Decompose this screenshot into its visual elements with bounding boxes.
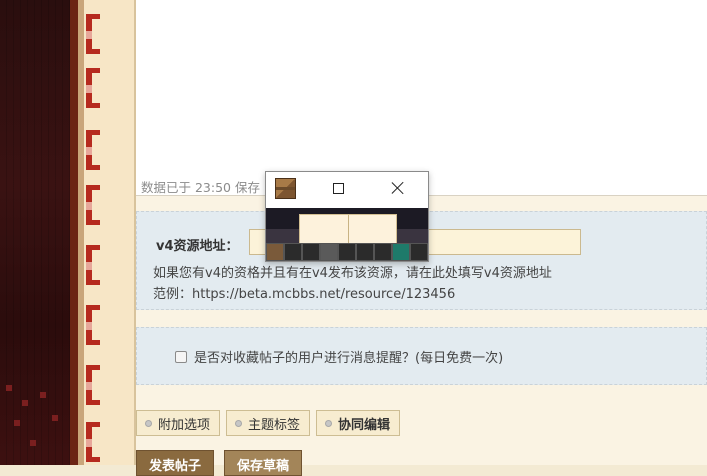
- v4-help-line1: 如果您有v4的资格并且有在v4发布该资源，请在此处填写v4资源地址: [153, 266, 552, 281]
- tab-label: 协同编辑: [338, 417, 391, 433]
- game-view: [266, 208, 428, 261]
- border-mid-edge: [78, 0, 84, 465]
- decor-speck: [40, 392, 46, 398]
- hotbar-slot: [266, 243, 284, 261]
- remind-checkbox[interactable]: [175, 350, 187, 363]
- bracket-ornament: [86, 422, 100, 462]
- bracket-ornament: [86, 245, 100, 285]
- hotbar-slot: [374, 243, 392, 261]
- close-icon[interactable]: [390, 178, 406, 198]
- v4-help-line2: 范例：https://beta.mcbbs.net/resource/12345…: [153, 287, 456, 302]
- radio-dot-icon: [145, 419, 152, 427]
- decor-speck: [52, 415, 58, 421]
- bracket-ornament: [86, 130, 100, 170]
- hotbar-slot: [410, 243, 428, 261]
- bracket-ornament: [86, 365, 100, 405]
- decor-speck: [30, 440, 36, 446]
- tab-topic-tags[interactable]: 主题标签: [226, 410, 311, 436]
- decorative-border-strip: [70, 0, 136, 465]
- decor-speck: [22, 400, 28, 406]
- crafting-table-icon: [275, 178, 296, 199]
- tab-label: 主题标签: [248, 417, 301, 433]
- hotbar-slot: [338, 243, 356, 261]
- bracket-ornament: [86, 185, 100, 225]
- maximize-icon[interactable]: [333, 183, 344, 194]
- tab-label: 附加选项: [158, 417, 211, 433]
- save-draft-button[interactable]: 保存草稿: [224, 450, 303, 476]
- radio-dot-icon: [325, 419, 333, 427]
- hotbar-slot: [392, 243, 410, 261]
- bracket-ornament: [86, 305, 100, 345]
- bracket-ornament: [86, 14, 100, 54]
- game-window-preview[interactable]: [265, 171, 429, 262]
- v4-resource-label: v4资源地址：: [156, 239, 239, 254]
- hotbar: [266, 243, 428, 261]
- options-tabs: 附加选项 主题标签 协同编辑: [136, 410, 401, 436]
- v4-resource-help: 如果您有v4的资格并且有在v4发布该资源，请在此处填写v4资源地址 范例：htt…: [153, 263, 552, 305]
- hotbar-slot: [320, 243, 338, 261]
- border-dark-edge: [70, 0, 78, 465]
- tab-extra-options[interactable]: 附加选项: [136, 410, 221, 436]
- editor-text-area[interactable]: 数据已于 23:50 保存: [136, 0, 707, 196]
- action-buttons: 发表帖子 保存草稿: [136, 450, 303, 476]
- decor-speck: [14, 420, 20, 426]
- remind-panel: 是否对收藏帖子的用户进行消息提醒？(每日免费一次): [136, 327, 707, 385]
- radio-dot-icon: [235, 419, 243, 427]
- tab-co-edit[interactable]: 协同编辑: [316, 410, 401, 436]
- publish-button[interactable]: 发表帖子: [136, 450, 215, 476]
- hotbar-slot: [284, 243, 302, 261]
- decor-speck: [6, 385, 12, 391]
- bracket-ornament: [86, 68, 100, 108]
- hotbar-slot: [302, 243, 320, 261]
- remind-option[interactable]: 是否对收藏帖子的用户进行消息提醒？(每日免费一次): [175, 347, 503, 366]
- autosave-status: 数据已于 23:50 保存: [141, 180, 260, 195]
- window-title-bar[interactable]: [266, 172, 428, 208]
- left-decorative-background: [0, 0, 70, 465]
- hotbar-slot: [356, 243, 374, 261]
- remind-label: 是否对收藏帖子的用户进行消息提醒？(每日免费一次): [194, 351, 504, 366]
